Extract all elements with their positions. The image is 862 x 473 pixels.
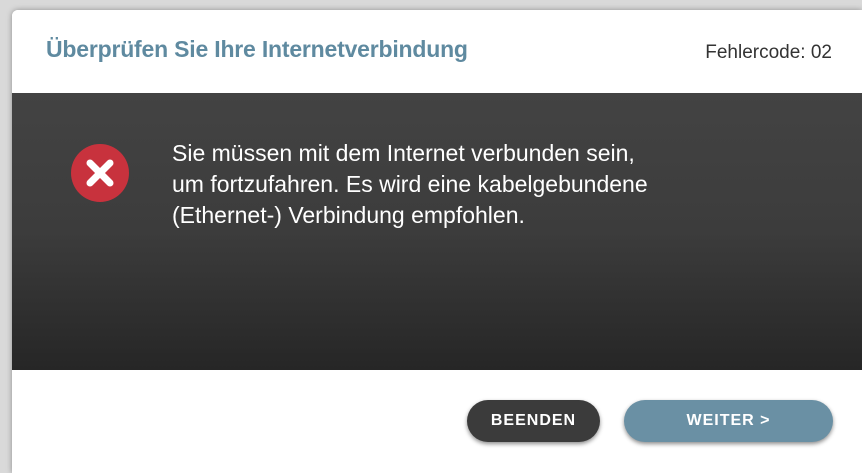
next-button[interactable]: WEITER > [624, 400, 833, 442]
dialog-footer: BEENDEN WEITER > [12, 370, 862, 473]
message-panel: Sie müssen mit dem Internet verbunden se… [12, 93, 862, 370]
dialog-title: Überprüfen Sie Ihre Internetverbindung [46, 36, 468, 62]
quit-button[interactable]: BEENDEN [467, 400, 600, 442]
error-x-glyph [86, 159, 114, 187]
connection-error-dialog: Überprüfen Sie Ihre Internetverbindung F… [12, 10, 862, 473]
error-x-icon [71, 144, 129, 202]
dialog-header: Überprüfen Sie Ihre Internetverbindung F… [12, 10, 862, 93]
error-message: Sie müssen mit dem Internet verbunden se… [172, 140, 648, 228]
error-code: Fehlercode: 02 [705, 42, 832, 63]
